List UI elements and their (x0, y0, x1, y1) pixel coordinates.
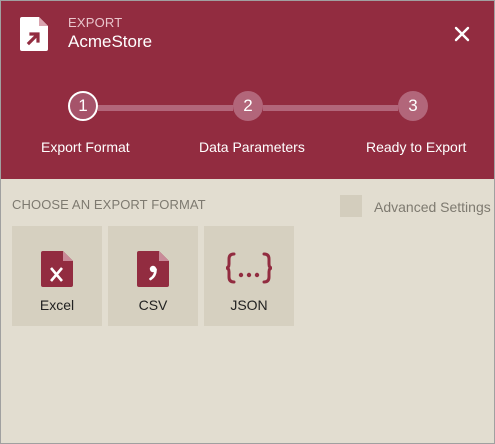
step-2-indicator: 2 (233, 91, 263, 121)
format-label-csv: CSV (138, 297, 168, 313)
excel-file-icon (41, 251, 73, 287)
json-braces-icon (225, 252, 273, 284)
format-label-excel: Excel (39, 297, 75, 313)
export-dialog: EXPORT AcmeStore 1 2 3 Export Format Dat… (0, 0, 495, 444)
dialog-title: AcmeStore (68, 32, 153, 51)
section-label: CHOOSE AN EXPORT FORMAT (12, 197, 206, 212)
format-tile-excel[interactable]: Excel (12, 226, 102, 326)
step-2-label: Data Parameters (199, 139, 305, 155)
dialog-header: EXPORT AcmeStore 1 2 3 Export Format Dat… (1, 1, 494, 179)
format-tile-json[interactable]: JSON (204, 226, 294, 326)
step-connector (263, 105, 398, 111)
step-3-label: Ready to Export (366, 139, 467, 155)
step-connector (98, 105, 233, 111)
csv-file-icon (137, 251, 169, 287)
dialog-caption: EXPORT (68, 15, 123, 30)
close-icon[interactable] (451, 23, 473, 45)
format-label-json: JSON (230, 297, 268, 313)
step-3-indicator: 3 (398, 91, 428, 121)
step-1-indicator: 1 (68, 91, 98, 121)
advanced-settings-checkbox[interactable] (340, 195, 362, 217)
advanced-settings-label[interactable]: Advanced Settings (374, 199, 491, 215)
step-1-label: Export Format (41, 139, 130, 155)
export-document-icon (20, 17, 48, 51)
format-tile-csv[interactable]: CSV (108, 226, 198, 326)
